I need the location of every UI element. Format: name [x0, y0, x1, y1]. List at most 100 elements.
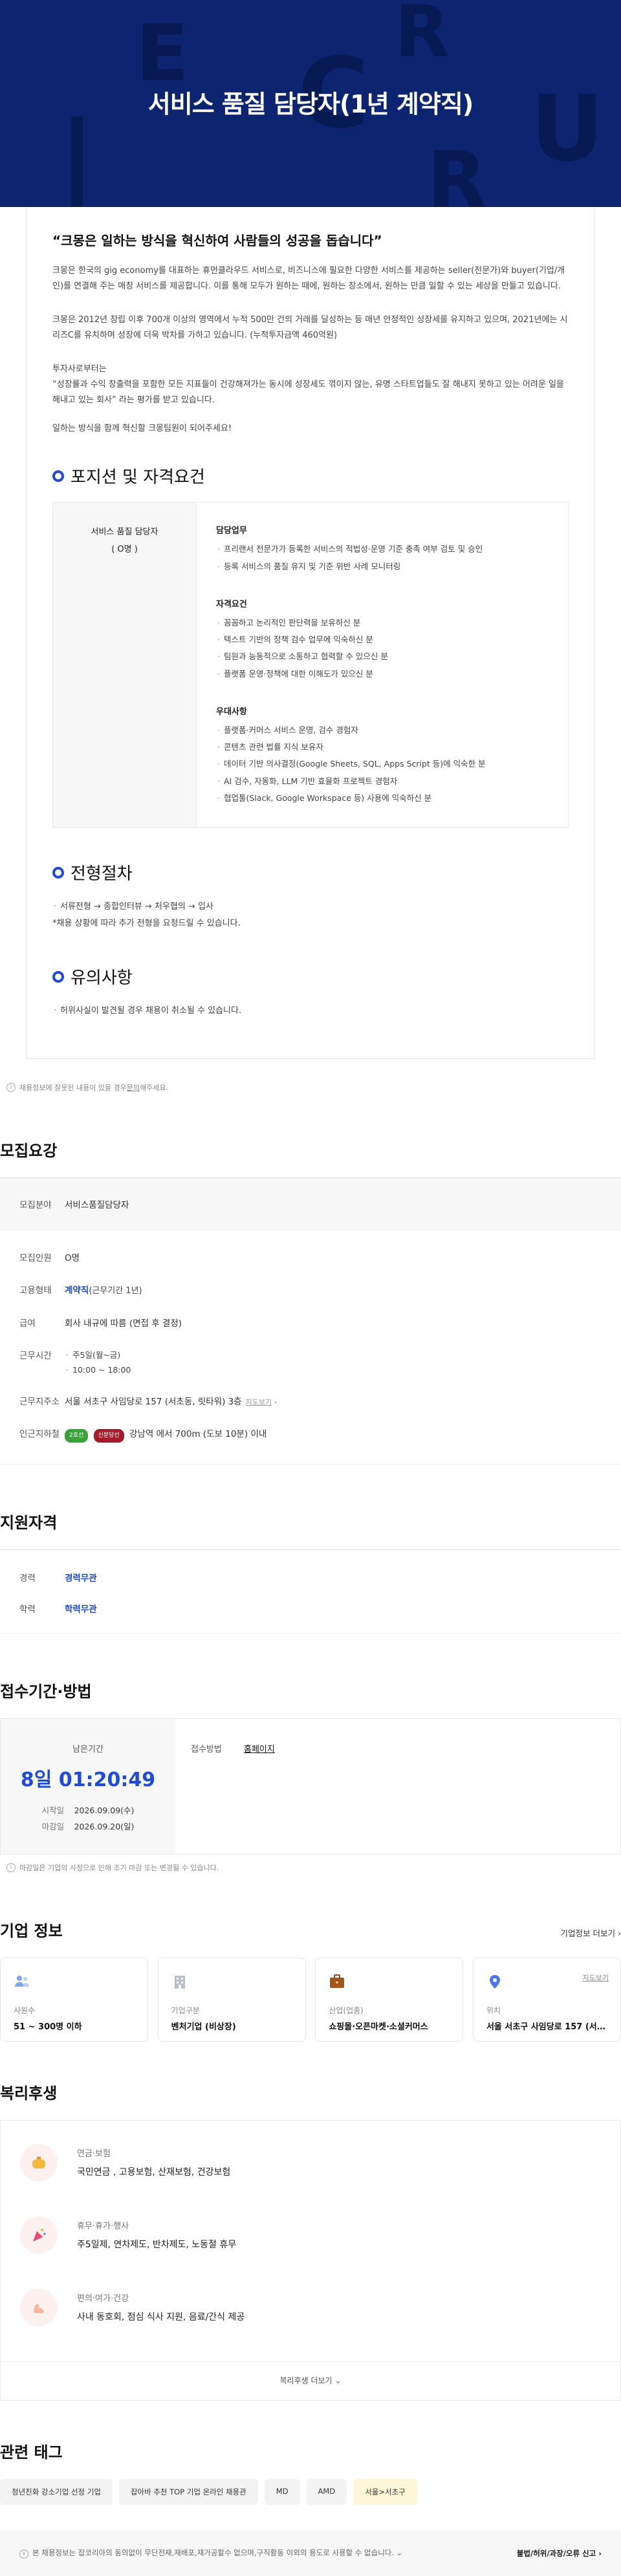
job-title: 서비스 품질 담당자(1년 계약직)	[147, 90, 474, 118]
homepage-link[interactable]: 홈페이지	[244, 1745, 275, 1754]
tag-chip[interactable]: 서울>서초구	[353, 2478, 417, 2505]
recruit-title: 모집요강	[0, 1142, 58, 1161]
briefcase-icon	[330, 1974, 345, 1988]
time-hours: 10:00 ~ 18:00	[65, 1363, 131, 1378]
position-name: 서비스 품질 담당자	[91, 527, 158, 538]
position-name-cell: 서비스 품질 담당자 ( O명 )	[53, 503, 197, 828]
hero-letter-r: R	[395, 0, 450, 73]
bullet-ring-icon	[52, 970, 64, 983]
apply-box: 남은기간 8일 01:20:49 시작일 2026.09.09(수) 마감일 202…	[0, 1718, 621, 1855]
subway-shinbundang-badge: 신분당선	[93, 1429, 124, 1443]
intro-paragraph-4: 일하는 방식을 함께 혁신할 크몽팀원이 되어주세요!	[52, 424, 232, 434]
map-link[interactable]: 지도보기 ›	[246, 1398, 277, 1406]
process-section-title: 전형절차	[52, 860, 569, 884]
benefit-item: 편의·여가·건강 사내 동호회, 점심 식사 지원, 음료/간식 제공	[20, 2288, 601, 2326]
hero-letter-r2: R	[427, 136, 487, 208]
list-item: 등록 서비스의 품질 유지 및 기준 위반 사례 모니터링	[216, 558, 549, 576]
report-button[interactable]: 불법/허위/과장/오류 신고 ›	[517, 2548, 602, 2559]
process-note: *채용 상황에 따라 추가 전형을 요청드릴 수 있습니다.	[52, 919, 241, 929]
experience-row: 경력 경력무관	[0, 1564, 621, 1590]
position-detail-cell: 담당업무 프리랜서 전문가가 등록한 서비스의 적법성·운영 기준 충족 여부 …	[197, 503, 568, 827]
benefit-item: 연금·보험 국민연금 , 고용보험, 산재보험, 건강보험	[20, 2143, 601, 2181]
bullet-ring-icon	[52, 866, 64, 879]
intro-paragraph-2: 크몽은 2012년 창립 이후 700개 이상의 영역에서 누적 500만 건의…	[52, 315, 568, 341]
caution-item: 허위사실이 발견될 경우 채용이 취소될 수 있습니다.	[52, 1003, 569, 1020]
type-sub: (근무기간 1년)	[89, 1286, 142, 1296]
subway-line2-badge: 2호선	[65, 1429, 89, 1443]
hero-banner: E R C U R 서비스 품질 담당자(1년 계약직)	[0, 0, 621, 207]
intro-investor-lead: 투자사로부터는	[52, 364, 107, 375]
preference-group: 우대사항 플랫폼·커머스 서비스 운영, 검수 경험자 콘텐츠 관련 법률 지식…	[216, 704, 549, 807]
company-slogan: “크몽은 일하는 방식을 혁신하여 사람들의 성공을 돕습니다”	[52, 233, 382, 248]
start-label: 시작일	[41, 1805, 65, 1815]
chevron-down-icon: ⌄	[396, 2548, 403, 2558]
company-card-industry: 산업(업종) 쇼핑몰·오픈마켓·소셜커머스	[315, 1957, 464, 2042]
benefits-more-button[interactable]: 복리후생 더보기 ⌄	[1, 2361, 620, 2400]
recruit-field-row: 모집분야 서비스품질담당자	[0, 1178, 621, 1231]
location-value: 서울 서초구 사임당로 157 (서초동, 릿타워)	[486, 2022, 607, 2032]
muscle-icon	[20, 2288, 58, 2326]
benefit-category: 휴무·휴가·행사	[77, 2221, 129, 2231]
experience-label: 경력	[19, 1573, 36, 1584]
company-card-type: 기업구분 벤처기업 (비상장)	[157, 1957, 306, 2042]
tag-list: 청년친화 강소기업 선정 기업 잡아바 추천 TOP 기업 온라인 채용관 MD…	[0, 2478, 621, 2505]
apply-section: 접수기간·방법 남은기간 8일 01:20:49 시작일 2026.09.09(수…	[0, 1679, 621, 1873]
qualification-title: 지원자격	[0, 1513, 58, 1532]
end-date: 2026.09.20(일)	[74, 1821, 135, 1831]
tag-chip[interactable]: 잡아바 추천 TOP 기업 온라인 채용관	[118, 2478, 258, 2505]
education-label: 학력	[19, 1604, 36, 1615]
benefit-category: 편의·여가·건강	[77, 2293, 129, 2304]
chevron-right-icon: ›	[274, 1398, 278, 1407]
company-more-label: 기업정보 더보기	[560, 1928, 616, 1938]
list-item: 협업툴(Slack, Google Workspace 등) 사용에 익숙하신 …	[216, 790, 549, 807]
type-label: 고용형태	[19, 1285, 52, 1296]
tag-chip[interactable]: MD	[264, 2478, 300, 2505]
benefit-category: 연금·보험	[77, 2148, 111, 2159]
position-section-title: 포지션 및 자격요건	[52, 464, 569, 488]
count-label: 모집인원	[19, 1253, 52, 1264]
pay-value: 회사 내규에 따름 (면접 후 결정)	[65, 1318, 182, 1329]
footer-notice-text: 본 채용정보는 잡코리아의 동의없이 무단전재,재배포,재가공할수 없으며,구직…	[32, 2548, 395, 2558]
company-more-link[interactable]: 기업정보 더보기 ›	[561, 1927, 621, 1939]
countdown-timer: 8일 01:20:49	[20, 1768, 156, 1791]
recruit-table: 모집분야 서비스품질담당자 모집인원 O명 고용형태 계약직(근무기간 1년) …	[0, 1177, 621, 1465]
type-value: 계약직	[65, 1285, 89, 1296]
info-icon: i	[6, 1862, 16, 1872]
tag-chip[interactable]: 청년친화 강소기업 선정 기업	[0, 2478, 113, 2505]
field-label: 모집분야	[19, 1200, 52, 1211]
address-value: 서울 서초구 사임당로 157 (서초동, 릿타워) 3층	[65, 1397, 242, 1408]
subway-label: 인근지하철	[19, 1429, 60, 1440]
location-map-link[interactable]: 지도보기	[582, 1972, 608, 1983]
tag-chip[interactable]: AMD	[306, 2478, 347, 2505]
time-days: 주5일(월~금)	[65, 1348, 131, 1363]
method-label: 접수방법	[191, 1744, 222, 1754]
benefit-value: 국민연금 , 고용보험, 산재보험, 건강보험	[77, 2167, 231, 2178]
tags-section: 관련 태그 청년친화 강소기업 선정 기업 잡아바 추천 TOP 기업 온라인 …	[0, 2440, 621, 2505]
company-section: 기업 정보 기업정보 더보기 › 사원수 51 ~ 300명 이하 기업구분 벤…	[0, 1918, 621, 2042]
caution-section-title: 유의사항	[52, 965, 569, 988]
benefits-more-label: 복리후생 더보기	[279, 2375, 332, 2385]
address-label: 근무지주소	[19, 1397, 60, 1408]
process-steps: 서류전형 → 종합인터뷰 → 처우협의 → 입사	[52, 899, 569, 915]
apply-title: 접수기간·방법	[0, 1682, 92, 1701]
tags-title: 관련 태그	[0, 2443, 63, 2461]
chevron-right-icon: ›	[598, 2548, 602, 2558]
party-icon	[20, 2216, 58, 2254]
caution-title-text: 유의사항	[71, 968, 133, 988]
start-date: 2026.09.09(수)	[74, 1805, 135, 1815]
list-item: 콘텐츠 관련 법률 지식 보유자	[216, 739, 549, 756]
company-card-employees: 사원수 51 ~ 300명 이하	[0, 1957, 148, 2042]
benefits-title: 복리후생	[0, 2084, 58, 2102]
benefits-box: 연금·보험 국민연금 , 고용보험, 산재보험, 건강보험 휴무·휴가·행사 주…	[0, 2119, 621, 2401]
requirement-group: 자격요건 꼼꼼하고 논리적인 판단력을 보유하신 분 텍스트 기반의 정책 검수…	[216, 597, 549, 682]
intro-paragraph-3: 투자사로부터는 “성장률과 수익 창출력을 포함한 모든 지표들이 건강해져가는…	[52, 362, 569, 408]
company-title: 기업 정보	[0, 1921, 63, 1940]
recruit-section: 모집요강 모집분야 서비스품질담당자 모집인원 O명 고용형태 계약직(근무기간…	[0, 1138, 621, 1465]
position-count: ( O명 )	[111, 545, 138, 555]
address-row: 근무지주소 서울 서초구 사임당로 157 (서초동, 릿타워) 3층 지도보기 …	[0, 1386, 621, 1418]
industry-label: 산업(업종)	[329, 2005, 364, 2015]
preference-title: 우대사항	[216, 706, 247, 717]
report-link[interactable]: 문의	[127, 1082, 140, 1093]
list-item: 플랫폼·커머스 서비스 운영, 검수 경험자	[216, 722, 549, 739]
intro-investor-quote: “성장률과 수익 창출력을 포함한 모든 지표들이 건강해져가는 동시에 성장세…	[52, 380, 564, 406]
